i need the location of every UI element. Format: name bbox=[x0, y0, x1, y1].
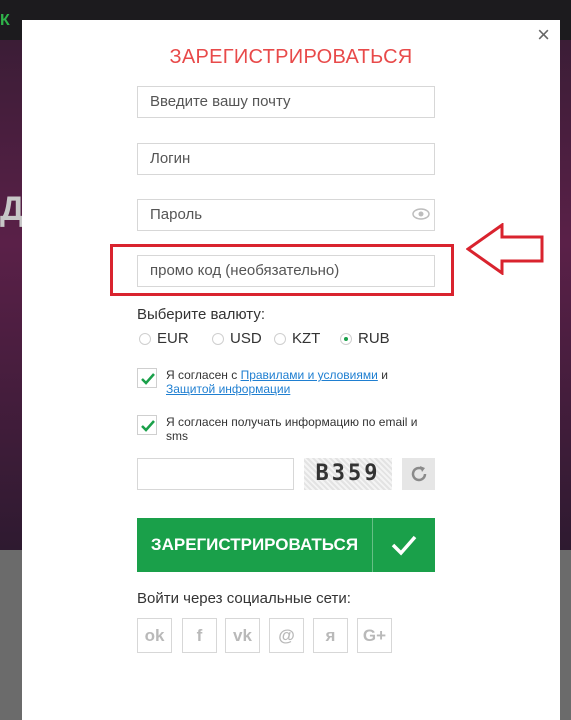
close-icon[interactable]: × bbox=[537, 24, 550, 46]
currency-option-usd[interactable]: USD bbox=[212, 330, 262, 347]
currency-label-kzt: KZT bbox=[292, 330, 321, 347]
terms-link[interactable]: Правилами и условиями bbox=[241, 368, 378, 382]
login-field[interactable]: Логин bbox=[137, 143, 435, 175]
currency-label-usd: USD bbox=[230, 330, 262, 347]
facebook-icon[interactable]: f bbox=[182, 618, 217, 653]
terms-prefix: Я согласен с bbox=[166, 368, 238, 382]
modal-title: ЗАРЕГИСТРИРОВАТЬСЯ bbox=[169, 46, 413, 68]
currency-label: Выберите валюту: bbox=[137, 306, 266, 323]
promo-code-field[interactable]: промо код (необязательно) bbox=[137, 255, 435, 287]
password-placeholder: Пароль bbox=[150, 206, 203, 223]
yandex-icon[interactable]: я bbox=[313, 618, 348, 653]
radio-icon bbox=[212, 332, 224, 345]
odnoklassniki-icon[interactable]: ok bbox=[137, 618, 172, 653]
captcha-input[interactable] bbox=[137, 458, 294, 490]
currency-option-rub[interactable]: RUB bbox=[340, 330, 390, 347]
refresh-icon bbox=[411, 466, 426, 482]
right-arrow-annotation bbox=[466, 223, 544, 275]
privacy-link[interactable]: Защитой информации bbox=[166, 382, 290, 396]
radio-checked-icon bbox=[340, 332, 352, 345]
registration-modal: × ЗАРЕГИСТРИРОВАТЬСЯ Введите вашу почту … bbox=[22, 20, 560, 720]
terms-middle: и bbox=[381, 368, 388, 382]
terms-checkbox[interactable] bbox=[137, 368, 157, 388]
background-text: Д bbox=[0, 190, 25, 228]
currency-label-rub: RUB bbox=[358, 330, 390, 347]
checkmark-icon bbox=[373, 518, 435, 572]
social-login-label: Войти через социальные сети: bbox=[137, 590, 351, 607]
eye-icon[interactable] bbox=[412, 207, 430, 221]
captcha-image: B359 bbox=[304, 458, 392, 490]
terms-text: Я согласен с Правилами и условиями и Защ… bbox=[166, 368, 436, 396]
terms-row: Я согласен с Правилами и условиями и Защ… bbox=[137, 368, 436, 396]
marketing-checkbox[interactable] bbox=[137, 415, 157, 435]
marketing-text: Я согласен получать информацию по email … bbox=[166, 415, 418, 443]
currency-option-eur[interactable]: EUR bbox=[139, 330, 189, 347]
checkmark-icon bbox=[141, 373, 155, 385]
checkmark-icon bbox=[141, 420, 155, 432]
register-button[interactable]: ЗАРЕГИСТРИРОВАТЬСЯ bbox=[137, 518, 435, 572]
marketing-row: Я согласен получать информацию по email … bbox=[137, 415, 436, 443]
mail-icon[interactable]: @ bbox=[269, 618, 304, 653]
radio-icon bbox=[139, 332, 151, 345]
refresh-captcha-button[interactable] bbox=[402, 458, 435, 490]
currency-option-kzt[interactable]: KZT bbox=[274, 330, 320, 347]
currency-label-eur: EUR bbox=[157, 330, 189, 347]
google-plus-icon[interactable]: G+ bbox=[357, 618, 392, 653]
vk-icon[interactable]: vk bbox=[225, 618, 260, 653]
background-logo: К bbox=[0, 12, 10, 29]
email-field[interactable]: Введите вашу почту bbox=[137, 86, 435, 118]
radio-icon bbox=[274, 332, 286, 345]
password-field[interactable]: Пароль bbox=[137, 199, 435, 231]
register-button-label: ЗАРЕГИСТРИРОВАТЬСЯ bbox=[137, 518, 373, 572]
